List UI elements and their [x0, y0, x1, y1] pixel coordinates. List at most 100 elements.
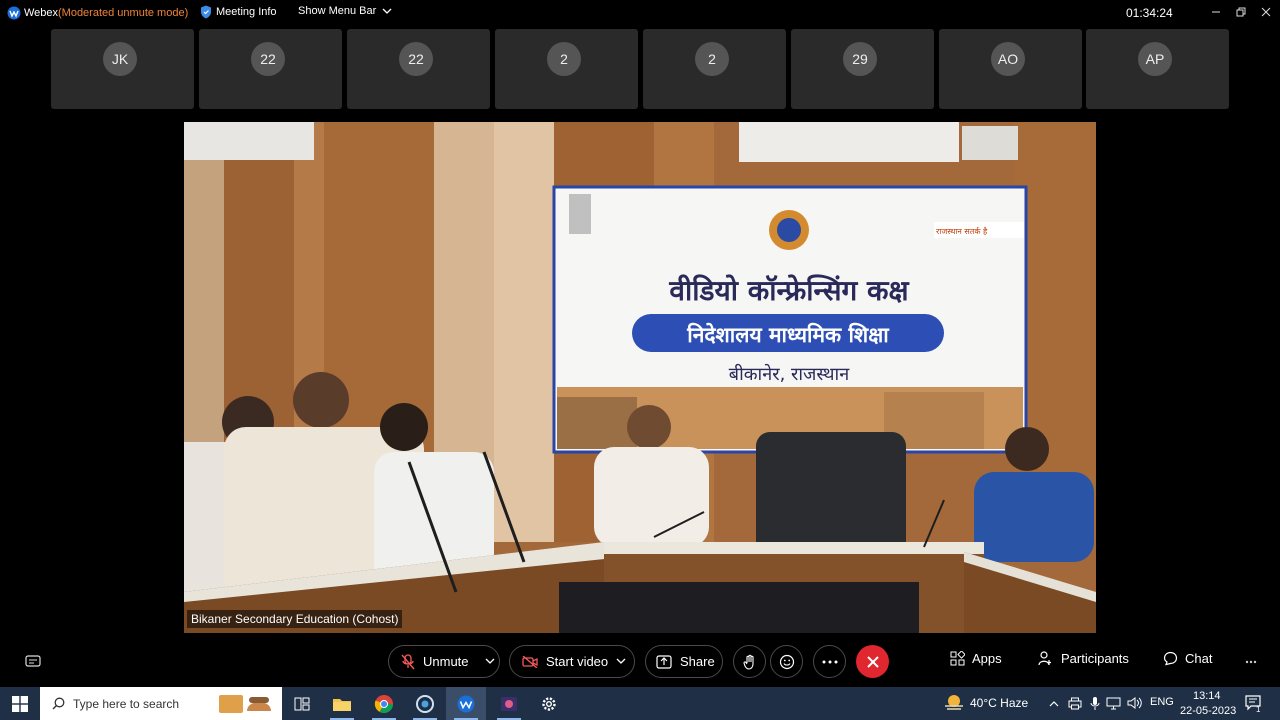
- conference-room-scene: राजस्थान सतर्क है वीडियो कॉन्फ्रेन्सिंग …: [184, 122, 1096, 633]
- close-icon: [1261, 7, 1271, 17]
- share-label: Share: [680, 654, 715, 669]
- avatar: 29: [843, 42, 877, 76]
- show-menu-bar-button[interactable]: Show Menu Bar: [298, 5, 392, 17]
- meeting-info-label: Meeting Info: [216, 6, 277, 18]
- microphone-icon[interactable]: [1090, 696, 1100, 711]
- title-bar: Webex (Moderated unmute mode) Meeting In…: [0, 0, 1280, 26]
- windows-taskbar: Type here to search 40°C Haze ENG 13:14 …: [0, 687, 1280, 720]
- unmute-mode-label: (Moderated unmute mode): [58, 7, 189, 19]
- participant-tile[interactable]: 22: [199, 29, 342, 109]
- restore-icon: [1236, 7, 1246, 17]
- minimize-button[interactable]: [1206, 3, 1226, 21]
- chrome-icon: [374, 694, 393, 713]
- network-icon[interactable]: [1106, 697, 1121, 710]
- minimize-icon: [1212, 11, 1220, 13]
- search-icon: [52, 697, 65, 710]
- task-view-icon: [294, 697, 310, 710]
- unmute-label: Unmute: [423, 654, 469, 669]
- folder-icon: [333, 698, 351, 711]
- meeting-timer: 01:34:24: [1126, 6, 1173, 20]
- volume-icon[interactable]: [1127, 696, 1143, 710]
- webex-logo-icon: [7, 6, 21, 20]
- raise-hand-icon: [742, 654, 754, 670]
- raise-hand-button[interactable]: [733, 645, 766, 678]
- start-button[interactable]: [0, 687, 40, 720]
- shield-icon: [201, 5, 211, 19]
- taskbar-webex[interactable]: [446, 687, 486, 720]
- participant-tile[interactable]: AO: [939, 29, 1082, 109]
- meeting-info-button[interactable]: Meeting Info: [200, 5, 277, 19]
- avatar: JK: [103, 42, 137, 76]
- input-language[interactable]: ENG: [1150, 696, 1174, 708]
- taskbar-settings[interactable]: [529, 687, 569, 720]
- banner-tag-text: राजस्थान सतर्क है: [936, 226, 988, 236]
- chat-bubble-icon[interactable]: [25, 655, 41, 669]
- participant-tile[interactable]: 29: [791, 29, 934, 109]
- avatar: 22: [251, 42, 285, 76]
- start-video-label: Start video: [546, 654, 609, 669]
- speaker-name-label: Bikaner Secondary Education (Cohost): [187, 610, 403, 628]
- banner-subtitle-text: निदेशालय माध्यमिक शिक्षा: [686, 322, 890, 347]
- close-window-button[interactable]: [1256, 3, 1276, 21]
- banner-location-text: बीकानेर, राजस्थान: [729, 363, 850, 385]
- more-options-button[interactable]: [813, 645, 846, 678]
- participant-tile[interactable]: 2: [643, 29, 786, 109]
- gear-icon: [542, 696, 556, 711]
- search-placeholder: Type here to search: [73, 697, 180, 711]
- webex-meetings-icon: [501, 696, 517, 711]
- taskbar-app-webex-meetings[interactable]: [489, 687, 529, 720]
- avatar: 22: [399, 42, 433, 76]
- chevron-up-icon[interactable]: [1049, 700, 1059, 707]
- restore-button[interactable]: [1231, 3, 1251, 21]
- participant-tile[interactable]: 2: [495, 29, 638, 109]
- apps-label: Apps: [972, 651, 1002, 666]
- participants-icon: [1038, 651, 1051, 666]
- task-view-button[interactable]: [282, 687, 322, 720]
- participants-label: Participants: [1061, 651, 1129, 666]
- avatar: AO: [991, 42, 1025, 76]
- unmute-button[interactable]: Unmute: [388, 645, 500, 678]
- chevron-down-icon: [485, 658, 494, 664]
- share-icon: [656, 654, 672, 669]
- start-video-button[interactable]: Start video: [509, 645, 635, 678]
- clock-time[interactable]: 13:14: [1193, 690, 1221, 702]
- chat-button[interactable]: Chat: [1163, 651, 1212, 666]
- main-video-feed[interactable]: राजस्थान सतर्क है वीडियो कॉन्फ्रेन्सिंग …: [184, 122, 1096, 633]
- notification-count: 1: [1256, 705, 1261, 714]
- chevron-down-icon: [616, 658, 626, 664]
- webex-icon: [457, 695, 475, 712]
- printer-icon[interactable]: [1068, 697, 1082, 710]
- reactions-button[interactable]: [770, 645, 803, 678]
- participant-tile[interactable]: AP: [1086, 29, 1229, 109]
- apps-button[interactable]: Apps: [950, 651, 1002, 666]
- chevron-down-icon: [382, 8, 392, 14]
- chat-label: Chat: [1185, 651, 1213, 666]
- video-off-icon: [522, 655, 538, 668]
- mic-muted-icon: [401, 653, 415, 669]
- participants-button[interactable]: Participants: [1038, 651, 1129, 666]
- clock-date[interactable]: 22-05-2023: [1180, 705, 1236, 717]
- share-button[interactable]: Share: [645, 645, 723, 678]
- taskbar-chrome[interactable]: [364, 687, 404, 720]
- taskbar-app-webcam[interactable]: [405, 687, 445, 720]
- participant-tile[interactable]: JK: [51, 29, 194, 109]
- avatar: 2: [547, 42, 581, 76]
- avatar: 2: [695, 42, 729, 76]
- taskbar-file-explorer[interactable]: [322, 687, 362, 720]
- banner-title-text: वीडियो कॉन्फ्रेन्सिंग कक्ष: [668, 274, 909, 307]
- webcam-app-icon: [416, 694, 434, 713]
- chat-icon: [1163, 651, 1178, 666]
- more-dots-icon[interactable]: [1245, 660, 1257, 664]
- windows-logo-icon: [12, 695, 28, 712]
- app-name: Webex: [24, 7, 59, 19]
- close-icon: [866, 655, 879, 668]
- more-dots-icon: [822, 660, 837, 663]
- avatar: AP: [1138, 42, 1172, 76]
- participant-tile[interactable]: 22: [347, 29, 490, 109]
- leave-meeting-button[interactable]: [856, 645, 889, 678]
- apps-grid-icon: [950, 651, 965, 666]
- weather-haze-icon[interactable]: [943, 693, 965, 713]
- smiley-icon: [779, 654, 794, 669]
- weather-text[interactable]: 40°C Haze: [970, 696, 1028, 710]
- taskbar-search-box[interactable]: Type here to search: [40, 687, 282, 720]
